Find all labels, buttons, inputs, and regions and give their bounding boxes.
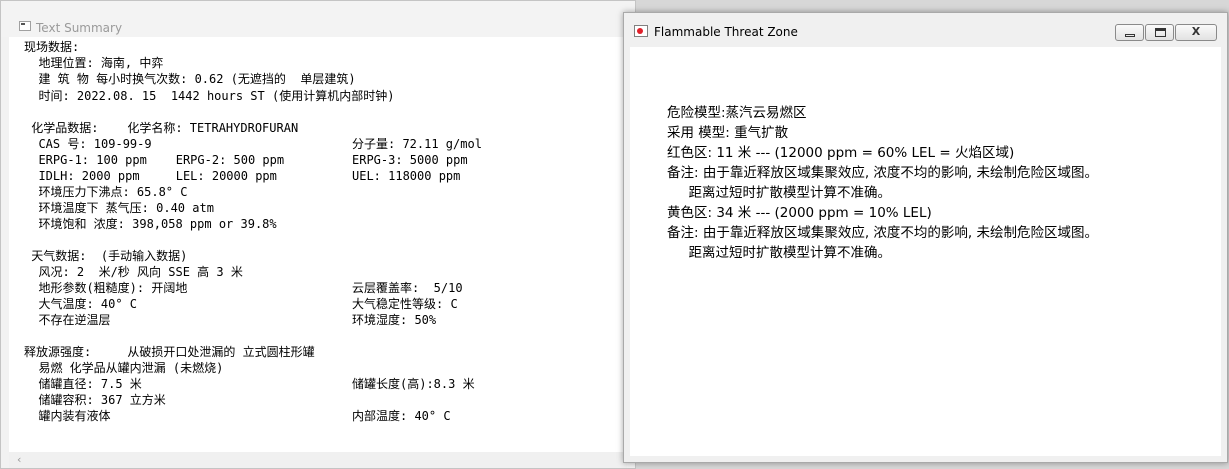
dispersion-model-line: 采用 模型: 重气扩散 [667,125,789,141]
minimize-icon [1125,34,1135,37]
window-frame-bottom [624,456,1227,462]
boiling-point-line: 环境压力下沸点: 65.8° C [24,185,188,199]
minimize-button[interactable] [1115,24,1144,41]
app-window-icon [19,21,31,31]
hazard-model-line: 危险模型:蒸汽云易燃区 [667,105,807,121]
red-zone-note: 备注: 由于靠近释放区域集聚效应, 浓度不均的影响, 未绘制危险区域图。 [667,165,1099,181]
source-heading: 释放源强度: 从破损开口处泄漏的 立式圆柱形罐 [24,345,315,359]
horizontal-scrollbar[interactable]: ‹ [9,452,627,468]
uel-value: UEL: 118000 ppm [352,169,461,183]
text-summary-window: Text Summary ‹ 现场数据: 地理位置: 海南, 中弈 建 筑 物 … [0,0,636,469]
tank-length-value: 储罐长度(高):8.3 米 [352,377,475,391]
saturation-line: 环境饱和 浓度: 398,058 ppm or 39.8% [24,217,277,231]
tank-diameter-line: 储罐直径: 7.5 米 [24,377,142,391]
molecular-weight: 分子量: 72.11 g/mol [352,137,482,151]
window-frame-right [1221,47,1227,462]
air-temperature-line: 大气温度: 40° C [24,297,138,311]
time-line: 时间: 2022.08. 15 1442 hours ST (使用计算机内部时钟… [24,89,395,103]
humidity-value: 环境湿度: 50% [352,313,437,327]
vapor-pressure-line: 环境温度下 蒸气压: 0.40 atm [24,201,214,215]
site-data-heading: 现场数据: [24,40,80,54]
weather-heading: 天气数据: (手动输入数据) [24,249,188,263]
terrain-line: 地形参数(粗糙度): 开阔地 [24,281,188,295]
text-summary-title: Text Summary [36,21,123,35]
red-zone-note-cont: 距离过短时扩散模型计算不准确。 [667,185,891,201]
tank-contents-line: 罐内装有液体 [24,409,111,423]
idlh-line: IDLH: 2000 ppm LEL: 20000 ppm [24,169,277,183]
threat-zone-title: Flammable Threat Zone [654,25,798,39]
threat-zone-icon [634,25,648,37]
maximize-icon [1155,28,1166,37]
yellow-zone-note: 备注: 由于靠近释放区域集聚效应, 浓度不均的影响, 未绘制危险区域图。 [667,225,1099,241]
inversion-line: 不存在逆温层 [24,313,111,327]
text-summary-titlebar[interactable]: Text Summary [1,1,635,37]
leak-line: 易燃 化学品从罐内泄漏 (未燃烧) [24,361,224,375]
cas-line: CAS 号: 109-99-9 [24,137,152,151]
erpg3-value: ERPG-3: 5000 ppm [352,153,468,167]
internal-temperature-value: 内部温度: 40° C [352,409,451,423]
threat-zone-content: 危险模型:蒸汽云易燃区 采用 模型: 重气扩散 红色区: 11 米 --- (1… [630,47,1221,456]
yellow-zone-line: 黄色区: 34 米 --- (2000 ppm = 10% LEL) [667,205,932,221]
maximize-button[interactable] [1145,24,1174,41]
close-icon: X [1191,25,1201,38]
wind-line: 风况: 2 米/秒 风向 SSE 高 3 米 [24,265,243,279]
cloud-cover-value: 云层覆盖率: 5/10 [352,281,463,295]
tank-volume-line: 储罐容积: 367 立方米 [24,393,166,407]
red-zone-line: 红色区: 11 米 --- (12000 ppm = 60% LEL = 火焰区… [667,145,1015,161]
close-button[interactable]: X [1175,24,1217,41]
yellow-zone-note-cont: 距离过短时扩散模型计算不准确。 [667,245,891,261]
chemical-heading: 化学品数据: 化学名称: TETRAHYDROFURAN [24,121,299,135]
location-line: 地理位置: 海南, 中弈 [24,56,164,70]
building-line: 建 筑 物 每小时换气次数: 0.62 (无遮挡的 单层建筑) [24,72,356,86]
scroll-left-icon[interactable]: ‹ [17,452,21,468]
erpg-line: ERPG-1: 100 ppm ERPG-2: 500 ppm [24,153,285,167]
threat-zone-window: Flammable Threat Zone X 危险模型:蒸汽云易燃区 采用 模… [623,12,1228,463]
stability-class-value: 大气稳定性等级: C [352,297,458,311]
